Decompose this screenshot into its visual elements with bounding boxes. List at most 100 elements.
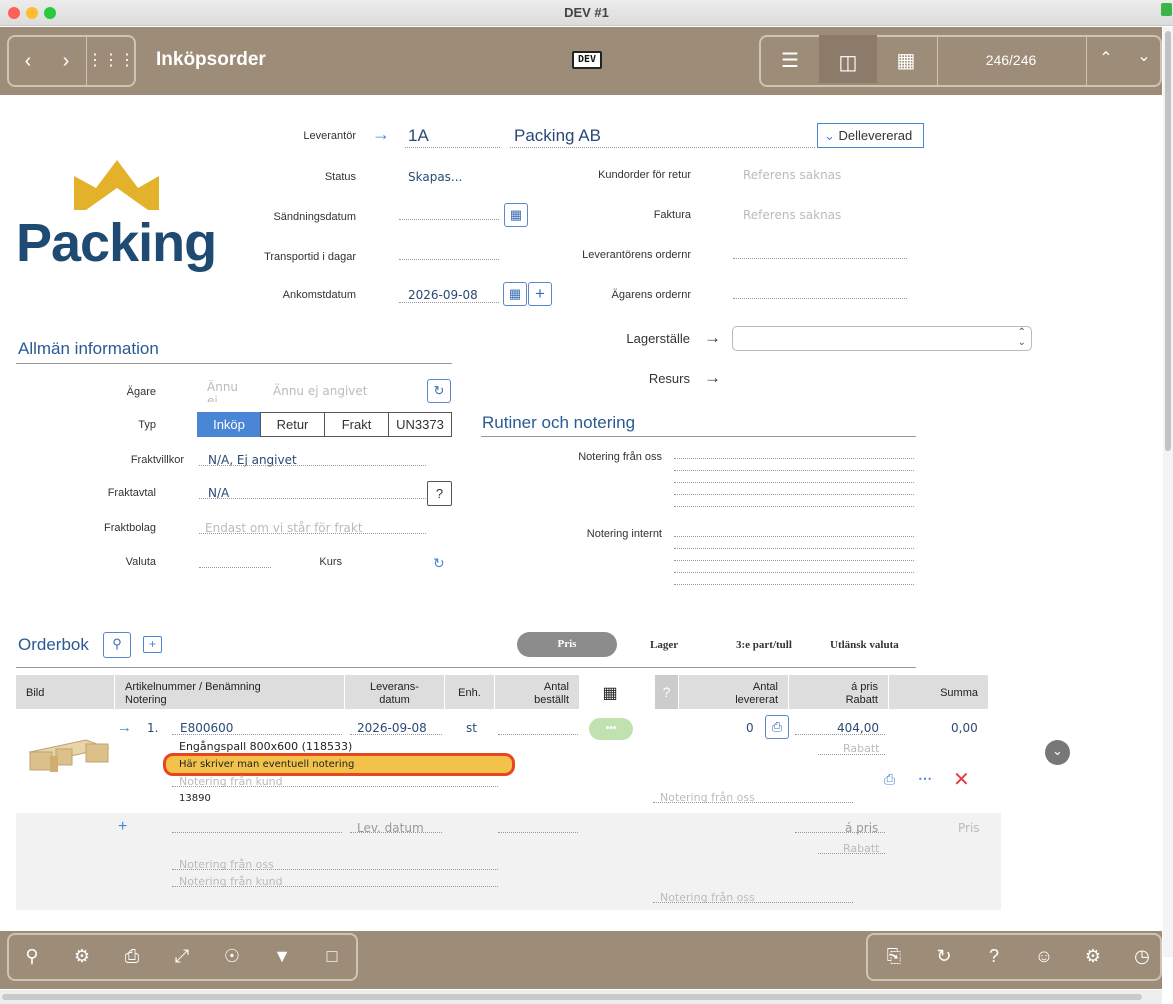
logo-text: Packing <box>16 213 217 273</box>
customer-order-label: Kundorder för retur <box>598 169 691 181</box>
invoice-field[interactable]: Referens saknas <box>743 208 841 222</box>
col-ordered: Antal beställt <box>495 675 580 709</box>
tab-foreign-currency[interactable]: Utlänsk valuta <box>830 639 899 651</box>
warehouse-select[interactable]: ⌃ ⌄ <box>732 326 1032 351</box>
type-option-return[interactable]: Retur <box>260 412 325 437</box>
delivery-status-dropdown[interactable]: ⌄ Dellevererad <box>817 123 924 148</box>
table-view-icon[interactable]: ▦ <box>877 33 935 85</box>
freight-agreement-label: Fraktavtal <box>107 487 156 499</box>
document-icon[interactable]: □ <box>317 941 347 971</box>
arrival-date-value[interactable]: 2026-09-08 <box>408 288 478 302</box>
transport-days-label: Transportid i dagar <box>264 251 356 263</box>
supplier-name[interactable]: Packing AB <box>514 126 601 146</box>
freight-terms-label: Fraktvillkor <box>130 454 184 466</box>
note-from-us-label: Notering från oss <box>578 451 662 463</box>
send-date-label: Sändningsdatum <box>273 211 356 223</box>
article-number[interactable]: E800600 <box>180 721 233 735</box>
tab-stock[interactable]: Lager <box>650 639 678 651</box>
supplier-link-arrow-icon[interactable]: → <box>372 124 390 145</box>
warehouse-arrow-icon[interactable]: → <box>704 328 721 348</box>
expand-row-icon[interactable]: ⌄ <box>1045 740 1070 765</box>
resource-label: Resurs <box>648 371 690 386</box>
crown-logo-icon <box>74 160 159 210</box>
print-row-icon[interactable]: ⎙ <box>884 771 895 788</box>
horizontal-scrollbar-thumb[interactable] <box>2 994 1142 1000</box>
gear-icon[interactable]: ⚙ <box>67 941 97 971</box>
owner-label: Ägare <box>126 386 156 398</box>
customer-order-field[interactable]: Referens saknas <box>743 168 841 182</box>
record-counter: 246/246 <box>985 52 1037 68</box>
invoice-label: Faktura <box>653 209 691 221</box>
network-icon[interactable]: ☉ <box>217 941 247 971</box>
type-option-purchase[interactable]: Inköp <box>197 412 261 437</box>
calendar-column-icon[interactable]: ▦ <box>580 675 641 709</box>
supplier-code[interactable]: 1A <box>408 126 429 146</box>
row-unit[interactable]: st <box>466 721 477 735</box>
bottom-toolbar: ⚲ ⚙ ⎙ ⤢ ☉ ▼ □ ⎘ ↻ ? ☺ ⚙ ◷ <box>0 931 1162 989</box>
currency-label: Valuta <box>125 556 156 568</box>
row-price[interactable]: 404,00 <box>837 721 879 735</box>
share-arrows-icon[interactable]: ⤢ <box>167 941 197 971</box>
add-new-row-icon[interactable]: + <box>118 818 127 836</box>
row-index: 1. <box>147 721 159 735</box>
col-article: Artikelnummer / Benämning Notering <box>115 675 345 709</box>
highlighted-note[interactable]: Här skriver man eventuell notering <box>163 753 515 776</box>
type-option-freight[interactable]: Frakt <box>324 412 389 437</box>
row-delivery-date[interactable]: 2026-09-08 <box>357 721 427 735</box>
delivered-quantity[interactable]: 0 <box>746 721 754 735</box>
row-arrow-icon[interactable]: → <box>117 719 132 736</box>
help-question-icon[interactable]: ? <box>979 941 1009 971</box>
search-icon[interactable]: ⚲ <box>17 941 47 971</box>
row-more-button[interactable]: ••• <box>589 718 633 740</box>
refresh-rate-icon[interactable]: ↻ <box>433 555 445 572</box>
routines-heading: Rutiner och notering <box>482 413 636 432</box>
article-name: Engångspall 800x600 (118533) <box>179 740 353 753</box>
vertical-scrollbar[interactable] <box>1163 27 1173 957</box>
scrollbar-thumb[interactable] <box>1165 31 1171 451</box>
resource-arrow-icon[interactable]: → <box>704 368 721 388</box>
printer-icon[interactable]: ⎙ <box>117 941 147 971</box>
refresh-icon[interactable]: ↻ <box>929 941 959 971</box>
back-button[interactable]: ‹ <box>9 33 47 85</box>
forward-button[interactable]: › <box>47 33 85 85</box>
col-sum: Summa <box>889 675 989 709</box>
status-value[interactable]: Skapas... <box>408 170 462 184</box>
horizontal-scrollbar[interactable] <box>0 990 1162 1004</box>
filter-icon[interactable]: ▼ <box>267 941 297 971</box>
clipboard-icon[interactable]: ⎘ <box>879 941 909 971</box>
arrival-date-label: Ankomstdatum <box>282 289 356 301</box>
product-image <box>26 732 112 776</box>
send-date-calendar-icon[interactable]: ▦ <box>504 203 528 227</box>
arrival-date-calendar-icon[interactable]: ▦ <box>503 282 527 306</box>
bottom-actions-group: ⎘ ↻ ? ☺ ⚙ ◷ <box>866 933 1162 981</box>
bottom-tools-group: ⚲ ⚙ ⎙ ⤢ ☉ ▼ □ <box>7 933 358 981</box>
sync-status-icon <box>1161 3 1172 16</box>
row-options-icon[interactable]: ⋯ <box>918 770 932 787</box>
delete-row-icon[interactable]: ✕ <box>953 767 970 792</box>
user-icon[interactable]: ☺ <box>1029 941 1059 971</box>
clock-icon[interactable]: ◷ <box>1127 941 1157 971</box>
col-question[interactable]: ? <box>655 675 679 709</box>
owner-name-field[interactable]: Ännu ej angivet <box>273 384 367 398</box>
search-orders-icon[interactable]: ⚲ <box>103 632 131 658</box>
deliver-icon[interactable]: ⎙ <box>765 715 789 739</box>
form-view-icon[interactable]: ◫ <box>819 35 877 83</box>
tab-price[interactable]: Pris <box>517 632 617 657</box>
type-label: Typ <box>138 419 156 431</box>
list-view-icon[interactable]: ☰ <box>761 33 819 85</box>
add-row-icon[interactable]: + <box>143 636 162 653</box>
previous-record-icon[interactable]: ⌃ <box>1087 31 1125 83</box>
col-unit: Enh. <box>445 675 495 709</box>
help-icon[interactable]: ? <box>427 481 452 506</box>
apps-grid-icon[interactable]: ⋮⋮⋮ <box>87 33 135 85</box>
delivery-status-value: Dellevererad <box>838 128 913 143</box>
tab-third-party[interactable]: 3:e part/tull <box>736 639 792 651</box>
refresh-owner-icon[interactable]: ↻ <box>427 379 451 403</box>
type-option-un3373[interactable]: UN3373 <box>388 412 452 437</box>
settings-icon[interactable]: ⚙ <box>1078 941 1108 971</box>
carrier-label: Fraktbolag <box>104 522 156 534</box>
next-record-icon[interactable]: ⌄ <box>1125 29 1163 81</box>
col-image: Bild <box>16 675 115 709</box>
view-group: ☰ ◫ ▦ 246/246 ⌃ ⌄ <box>759 35 1162 87</box>
owner-code-field[interactable]: Ännu ej <box>207 380 247 402</box>
